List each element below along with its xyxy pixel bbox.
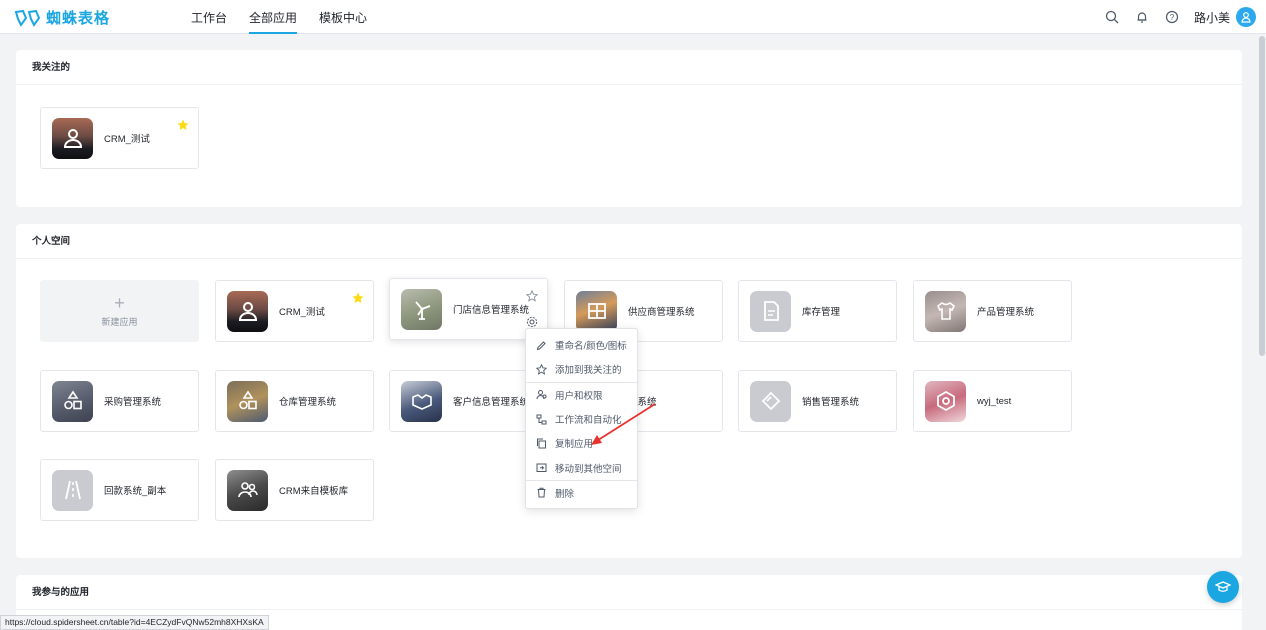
app-thumbnail	[925, 380, 966, 422]
star-filled-icon[interactable]	[177, 119, 189, 131]
shapes-icon	[63, 390, 82, 410]
app-card-crm-test[interactable]: CRM_测试	[215, 280, 374, 342]
star-outline-icon[interactable]	[526, 290, 538, 302]
group-icon	[237, 482, 258, 498]
app-thumbnail	[750, 380, 791, 422]
app-card-purchase[interactable]: 采购管理系统	[40, 370, 199, 432]
help-center-button[interactable]	[1207, 571, 1239, 603]
user-avatar[interactable]	[1236, 7, 1256, 27]
user-icon	[63, 129, 82, 148]
nav-all-apps[interactable]: 全部应用	[249, 0, 298, 34]
road-icon	[64, 480, 81, 500]
tag-icon	[761, 391, 780, 411]
app-thumbnail	[52, 380, 93, 422]
svg-text:?: ?	[1170, 13, 1175, 22]
document-icon	[763, 301, 779, 321]
app-card-sales[interactable]: 销售管理系统	[738, 370, 897, 432]
gear-icon[interactable]	[526, 316, 538, 328]
app-thumbnail	[52, 117, 93, 159]
app-name: 门店信息管理系统	[453, 305, 530, 316]
app-thumbnail	[925, 290, 966, 332]
bell-icon[interactable]	[1134, 9, 1150, 25]
app-card-warehouse[interactable]: 仓库管理系统	[215, 370, 374, 432]
menu-item-delete[interactable]: 删除	[526, 481, 637, 505]
app-name: CRM来自模板库	[279, 486, 349, 497]
app-name: 销售管理系统	[802, 397, 860, 408]
app-name: 采购管理系统	[104, 397, 162, 408]
app-name: 库存管理	[802, 307, 841, 318]
app-name: CRM_测试	[279, 307, 325, 318]
menu-item-label: 删除	[555, 488, 575, 500]
status-bar-url: https://cloud.spidersheet.cn/table?id=4E…	[0, 615, 269, 630]
app-card-payment-copy[interactable]: 回款系统_副本	[40, 459, 199, 521]
app-name: 仓库管理系统	[279, 397, 337, 408]
shirt-icon	[936, 302, 955, 320]
annotation-arrow	[591, 403, 656, 445]
favorites-section: 我关注的 CRM_测试	[16, 50, 1242, 207]
hexagon-icon	[936, 390, 955, 412]
logo-text: 蜘蛛表格	[46, 10, 111, 27]
app-card-product[interactable]: 产品管理系统	[913, 280, 1072, 342]
search-icon[interactable]	[1104, 9, 1120, 25]
app-card-crm-test-favorite[interactable]: CRM_测试	[40, 107, 199, 169]
app-thumbnail	[401, 288, 442, 330]
app-card-inventory[interactable]: 库存管理	[738, 280, 897, 342]
app-name: wyj_test	[977, 395, 1012, 407]
app-name: 供应商管理系统	[628, 307, 695, 318]
graduation-cap-icon	[1215, 581, 1231, 592]
section-title-participated: 我参与的应用	[16, 575, 1242, 610]
nav-workbench[interactable]: 工作台	[191, 0, 227, 34]
nav-template-center[interactable]: 模板中心	[319, 0, 367, 34]
app-thumbnail	[227, 290, 268, 332]
shapes-icon	[238, 390, 257, 410]
spider-logo-icon	[14, 9, 41, 27]
handshake-icon	[411, 394, 432, 410]
header-actions: ? 路小美	[1090, 0, 1256, 34]
plus-icon: +	[114, 292, 125, 313]
page-scrollbar[interactable]	[1259, 36, 1265, 356]
user-icon	[1241, 12, 1251, 23]
main-nav: 工作台 全部应用 模板中心	[191, 0, 389, 34]
app-thumbnail	[52, 469, 93, 511]
app-name: CRM_测试	[104, 134, 150, 145]
menu-item-add-favorite[interactable]: 添加到我关注的	[526, 357, 637, 381]
app-card-wyj-test[interactable]: wyj_test	[913, 370, 1072, 432]
star-filled-icon[interactable]	[352, 292, 364, 304]
wind-turbine-icon	[414, 301, 430, 320]
copy-icon	[537, 438, 546, 449]
app-name: 产品管理系统	[977, 307, 1035, 318]
app-thumbnail	[227, 469, 268, 511]
user-icon	[238, 302, 257, 321]
new-app-card[interactable]: + 新建应用	[40, 280, 199, 342]
pencil-icon	[536, 340, 546, 350]
menu-item-rename[interactable]: 重命名/颜色/图标	[526, 333, 637, 357]
app-name: 回款系统_副本	[104, 486, 167, 497]
move-icon	[536, 463, 547, 473]
top-navigation-bar: 蜘蛛表格 工作台 全部应用 模板中心 ? 路小美	[0, 0, 1266, 34]
app-thumbnail	[401, 380, 442, 422]
app-card-crm-template[interactable]: CRM来自模板库	[215, 459, 374, 521]
menu-item-label: 重命名/颜色/图标	[555, 341, 627, 353]
grid-icon	[587, 303, 606, 319]
menu-item-label: 移动到其他空间	[555, 463, 622, 475]
menu-item-move-space[interactable]: 移动到其他空间	[526, 455, 637, 479]
app-thumbnail	[227, 380, 268, 422]
section-title-favorites: 我关注的	[16, 50, 1242, 85]
app-name: 客户信息管理系统	[453, 397, 530, 408]
app-logo[interactable]: 蜘蛛表格	[14, 7, 110, 28]
star-outline-icon	[536, 363, 547, 375]
section-title-personal: 个人空间	[16, 224, 1242, 259]
workflow-icon	[536, 414, 547, 425]
app-thumbnail	[576, 290, 617, 332]
users-icon	[536, 390, 547, 400]
app-thumbnail	[750, 290, 791, 332]
trash-icon	[537, 488, 546, 498]
help-icon[interactable]: ?	[1164, 9, 1180, 25]
new-app-label: 新建应用	[101, 316, 138, 327]
menu-item-label: 添加到我关注的	[555, 365, 622, 377]
user-name[interactable]: 路小美	[1194, 9, 1230, 26]
